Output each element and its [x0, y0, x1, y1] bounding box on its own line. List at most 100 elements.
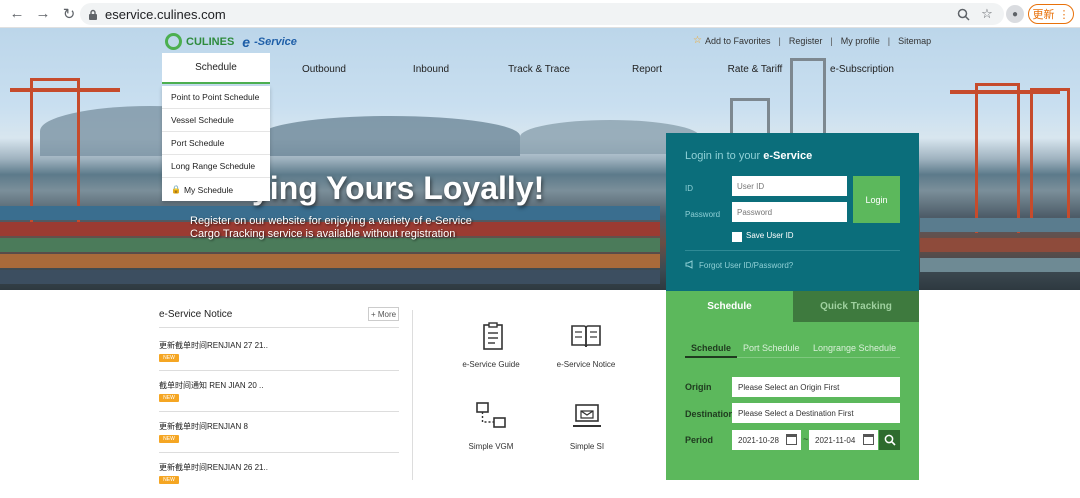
my-schedule-label: My Schedule: [183, 184, 234, 195]
guide-clipboard-icon[interactable]: [477, 320, 509, 352]
login-title-bold: e-Service: [763, 150, 813, 162]
nav-outbound[interactable]: Outbound: [302, 64, 346, 86]
search-button[interactable]: [879, 430, 900, 450]
notice-title: e-Service Notice: [159, 309, 233, 320]
destination-label: Destination: [685, 409, 735, 419]
notice-divider: [159, 327, 399, 328]
hero-title: ying Yours Loyally!: [252, 170, 545, 206]
nav-rate-tariff[interactable]: Rate & Tariff: [728, 64, 783, 86]
url-text[interactable]: eservice.culines.com: [105, 7, 226, 22]
login-button[interactable]: Login: [853, 176, 900, 223]
vgm-network-icon[interactable]: [475, 400, 507, 432]
container-stack: [0, 254, 660, 268]
notice-divider: [159, 370, 399, 371]
update-label: 更新: [1032, 9, 1055, 21]
calendar-icon[interactable]: [786, 434, 797, 445]
login-panel: Login in to your e-Service ID Password L…: [666, 133, 919, 291]
schedule-dropdown: Point to Point Schedule Vessel Schedule …: [162, 86, 270, 201]
quick-link-guide[interactable]: e-Service Guide: [462, 360, 519, 369]
logo-icon: [165, 33, 182, 50]
container-stack: [0, 270, 660, 284]
password-label: Password: [685, 210, 721, 219]
search-icon: [884, 434, 896, 446]
notice-item[interactable]: 更新截单时间RENJIAN 8: [159, 421, 248, 432]
my-profile-link[interactable]: My profile: [841, 36, 880, 46]
container-stack: [920, 218, 1080, 232]
origin-select[interactable]: Please Select an Origin First: [732, 377, 900, 397]
separator: |: [830, 35, 833, 46]
quick-link-notice[interactable]: e-Service Notice: [557, 360, 616, 369]
address-bar[interactable]: eservice.culines.com ☆: [80, 3, 1004, 25]
profile-icon[interactable]: ●: [1006, 5, 1024, 23]
update-button[interactable]: 更新 ⋮: [1028, 4, 1074, 24]
menu-icon: ⋮: [1058, 8, 1070, 21]
date-to-value: 2021-11-04: [815, 435, 856, 445]
notice-divider: [159, 452, 399, 453]
lock-icon[interactable]: [87, 8, 99, 20]
site-logo[interactable]: CULINES e -Service: [165, 33, 297, 50]
notice-item[interactable]: 更新截单时间RENJIAN 26 21..: [159, 462, 268, 473]
star-icon: ☆: [693, 35, 702, 46]
back-arrow-icon[interactable]: ←: [4, 1, 30, 27]
date-from-value: 2021-10-28: [738, 435, 779, 445]
si-laptop-icon[interactable]: [571, 400, 603, 432]
lock-icon: 🔒: [171, 185, 181, 194]
megaphone-icon: [685, 260, 695, 271]
main-nav: Outbound Inbound Track & Trace Report Ra…: [0, 60, 1080, 82]
forward-arrow-icon[interactable]: →: [30, 1, 56, 27]
subtab-port-schedule[interactable]: Port Schedule: [743, 343, 800, 353]
mountain-shape: [260, 116, 520, 156]
quick-link-si[interactable]: Simple SI: [570, 442, 604, 451]
tab-quick-tracking[interactable]: Quick Tracking: [793, 291, 919, 322]
dropdown-item-long-range[interactable]: Long Range Schedule: [162, 155, 270, 178]
nav-inbound[interactable]: Inbound: [413, 64, 449, 86]
dropdown-item-port-schedule[interactable]: Port Schedule: [162, 132, 270, 155]
dropdown-item-point-to-point[interactable]: Point to Point Schedule: [162, 86, 270, 109]
forgot-label: Forgot User ID/Password?: [699, 261, 794, 270]
tab-schedule[interactable]: Schedule: [666, 291, 793, 322]
more-button[interactable]: + More: [368, 307, 399, 321]
date-separator: ~: [803, 434, 809, 444]
hero-subtitle: Register on our website for enjoying a v…: [190, 215, 472, 227]
register-link[interactable]: Register: [789, 36, 823, 46]
password-input[interactable]: [732, 202, 847, 222]
logo-text: CULINES: [186, 35, 235, 48]
notice-item[interactable]: 截单时间通知 REN JIAN 20 ..: [159, 380, 263, 391]
nav-report[interactable]: Report: [632, 64, 662, 86]
subtab-schedule[interactable]: Schedule: [691, 343, 731, 353]
zoom-icon[interactable]: [954, 5, 972, 23]
schedule-panel-tabs: Schedule Quick Tracking: [666, 291, 919, 322]
container-stack: [0, 238, 660, 252]
subtab-longrange-schedule[interactable]: Longrange Schedule: [813, 343, 896, 353]
new-badge: NEW: [159, 354, 179, 362]
star-icon[interactable]: ☆: [978, 5, 996, 23]
logo-e: e: [242, 33, 251, 50]
subtab-underline: [685, 356, 737, 358]
separator: |: [887, 35, 891, 46]
user-id-input[interactable]: [732, 176, 847, 196]
crane-shape: [1030, 88, 1070, 228]
calendar-icon[interactable]: [863, 434, 874, 445]
login-title: Login in to your e-Service: [685, 150, 812, 162]
dropdown-item-vessel-schedule[interactable]: Vessel Schedule: [162, 109, 270, 132]
quick-link-vgm[interactable]: Simple VGM: [469, 442, 514, 451]
login-divider: [685, 250, 900, 251]
period-label: Period: [685, 435, 714, 445]
date-from-input[interactable]: 2021-10-28: [732, 430, 801, 450]
date-to-input[interactable]: 2021-11-04: [809, 430, 878, 450]
crane-beam: [10, 88, 120, 92]
save-user-id-checkbox[interactable]: [732, 232, 742, 242]
destination-select[interactable]: Please Select a Destination First: [732, 403, 900, 423]
notice-book-icon[interactable]: [570, 320, 602, 352]
logo-service: -Service: [254, 35, 297, 48]
notice-item[interactable]: 更新截单时间RENJIAN 27 21..: [159, 340, 268, 351]
nav-e-subscription[interactable]: e-Subscription: [830, 64, 894, 86]
forgot-link[interactable]: Forgot User ID/Password?: [685, 260, 793, 271]
add-favorites-link[interactable]: Add to Favorites: [705, 36, 771, 46]
hero-subtitle: Cargo Tracking service is available with…: [190, 228, 456, 240]
new-badge: NEW: [159, 435, 179, 443]
nav-track-trace[interactable]: Track & Trace: [508, 64, 570, 86]
sitemap-link[interactable]: Sitemap: [898, 36, 931, 46]
reload-icon[interactable]: ↻: [56, 1, 82, 27]
dropdown-item-my-schedule[interactable]: 🔒 My Schedule: [162, 178, 270, 201]
